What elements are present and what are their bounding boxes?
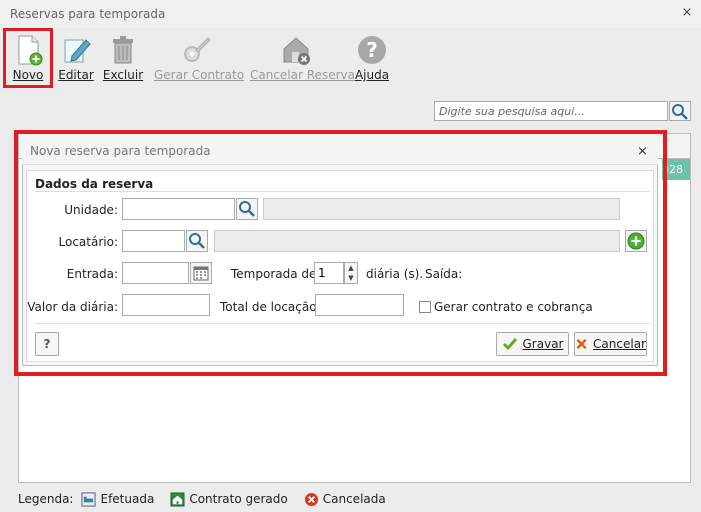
- help-button[interactable]: ? Ajuda: [352, 32, 392, 88]
- legend-item-contrato-gerado: Contrato gerado: [162, 491, 288, 507]
- window-close-icon[interactable]: ⨯: [680, 6, 694, 20]
- help-icon: ?: [358, 36, 386, 64]
- trash-icon: [113, 36, 133, 64]
- bed-icon: [81, 491, 97, 507]
- house-cancel-icon: [283, 37, 310, 65]
- search-button[interactable]: [669, 101, 691, 121]
- legend-item-cancelada: Cancelada: [296, 492, 386, 507]
- novo-highlight-box: [3, 28, 53, 88]
- search-input[interactable]: [434, 101, 668, 121]
- search-icon: [672, 104, 688, 120]
- legend-label: Legenda:: [18, 492, 74, 506]
- edit-button-label: Editar: [58, 68, 94, 82]
- delete-button-label: Excluir: [102, 68, 144, 82]
- svg-text:?: ?: [366, 38, 378, 62]
- edit-icon: [64, 39, 91, 63]
- gear-contract-icon: [184, 37, 211, 62]
- legend: Legenda: Efetuada Contrato gerado Cancel…: [18, 490, 394, 508]
- dialog-highlight-box: [14, 130, 667, 376]
- delete-button[interactable]: Excluir: [102, 32, 144, 88]
- cancel-reservation-button[interactable]: Cancelar Reserva: [250, 32, 355, 88]
- help-button-label: Ajuda: [354, 68, 390, 82]
- cancel-circle-icon: [304, 492, 318, 506]
- house-green-icon: [170, 491, 185, 507]
- legend-item-efetuada: Efetuada: [73, 491, 154, 507]
- generate-contract-button[interactable]: Gerar Contrato: [154, 32, 245, 88]
- cancel-reservation-label: Cancelar Reserva: [250, 68, 355, 82]
- generate-contract-label: Gerar Contrato: [154, 68, 245, 82]
- window-title: Reservas para temporada: [10, 7, 166, 21]
- edit-button[interactable]: Editar: [56, 32, 96, 88]
